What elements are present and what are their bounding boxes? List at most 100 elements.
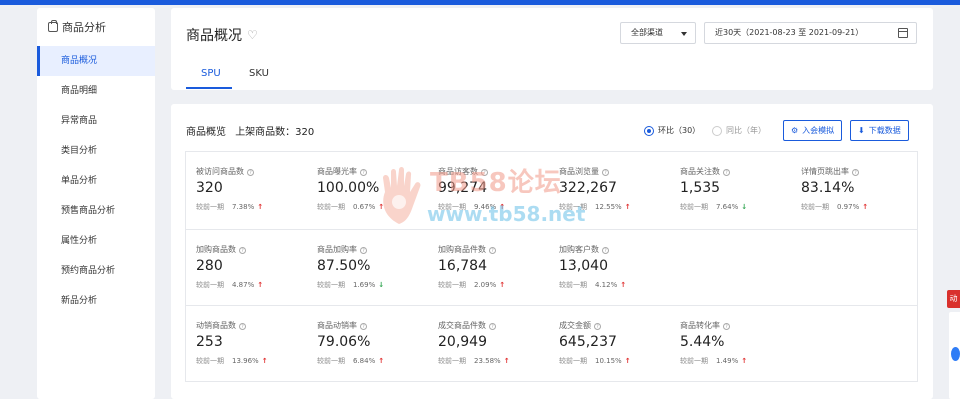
sidebar-item-new[interactable]: 新品分析 <box>37 286 155 316</box>
metric-cell: 商品转化率? 5.44% 较前一期 1.49% ↑ <box>670 306 791 382</box>
radio-chain-compare[interactable]: 环比（30） <box>644 125 700 136</box>
channel-select[interactable]: 全部渠道 <box>620 22 696 44</box>
help-question-icon[interactable]: ? <box>602 169 609 176</box>
radio-chain-label: 环比（30） <box>658 126 701 135</box>
compare-percent: 12.55% <box>595 203 622 211</box>
sidebar-item-attribute[interactable]: 属性分析 <box>37 226 155 256</box>
floating-side-bar[interactable] <box>949 312 960 399</box>
metric-compare: 较前一期 13.96% ↑ <box>196 356 268 366</box>
metric-value: 5.44% <box>680 334 725 350</box>
compare-label: 较前一期 <box>680 203 708 211</box>
help-question-icon[interactable]: ? <box>239 323 246 330</box>
compare-percent: 1.69% <box>353 281 376 289</box>
help-question-icon[interactable]: ? <box>360 323 367 330</box>
metrics-row: 加购商品数? 280 较前一期 4.87% ↑ 商品加购率? 87.50% 较前一期 1.69%… <box>186 229 917 305</box>
metric-compare: 较前一期 0.97% ↑ <box>801 202 868 212</box>
compare-label: 较前一期 <box>801 203 829 211</box>
radio-year-compare[interactable]: 同比（年） <box>712 125 766 136</box>
assistant-icon[interactable] <box>951 347 960 361</box>
date-range-picker[interactable]: 近30天（2021-08-23 至 2021-09-21） <box>704 22 917 44</box>
metric-compare: 较前一期 6.84% ↑ <box>317 356 384 366</box>
help-question-icon[interactable]: ? <box>360 247 367 254</box>
page-title-wrap: 商品概况 ♡ <box>186 25 258 45</box>
join-simulate-button[interactable]: ⚙ 入会模拟 <box>783 120 843 141</box>
overview-card: 商品概览 上架商品数：320 环比（30） 同比（年） ⚙ 入会模拟 ⬇ 下载数… <box>171 104 933 399</box>
metrics-row: 被访问商品数? 320 较前一期 7.38% ↑ 商品曝光率? 100.00% 较前一期 0.6… <box>186 152 917 228</box>
compare-label: 较前一期 <box>438 203 466 211</box>
metric-cell: 商品浏览量? 322,267 较前一期 12.55% ↑ <box>549 152 670 228</box>
metrics-grid: 被访问商品数? 320 较前一期 7.38% ↑ 商品曝光率? 100.00% 较前一期 0.6… <box>185 151 918 382</box>
metric-compare: 较前一期 2.09% ↑ <box>438 280 505 290</box>
tab-spu[interactable]: SPU <box>201 68 221 79</box>
sidebar-item-abnormal[interactable]: 异常商品 <box>37 106 155 136</box>
arrow-up-icon: ↑ <box>499 203 506 211</box>
sidebar-item-presale[interactable]: 预售商品分析 <box>37 196 155 226</box>
arrow-up-icon: ↑ <box>620 281 627 289</box>
metric-cell: 加购客户数? 13,040 较前一期 4.12% ↑ <box>549 230 670 306</box>
sidebar-item-single[interactable]: 单品分析 <box>37 166 155 196</box>
compare-label: 较前一期 <box>196 281 224 289</box>
compare-label: 较前一期 <box>438 357 466 365</box>
metric-compare: 较前一期 7.38% ↑ <box>196 202 263 212</box>
sidebar-item-detail[interactable]: 商品明细 <box>37 76 155 106</box>
metric-label-text: 商品转化率 <box>680 321 720 330</box>
metric-cell: 商品访客数? 99,274 较前一期 9.46% ↑ <box>428 152 549 228</box>
arrow-up-icon: ↑ <box>862 203 869 211</box>
metric-label-text: 详情页跳出率 <box>801 167 849 176</box>
metric-cell: 动销商品数? 253 较前一期 13.96% ↑ <box>186 306 307 382</box>
help-question-icon[interactable]: ? <box>723 169 730 176</box>
compare-percent: 23.58% <box>474 357 501 365</box>
metric-compare: 较前一期 0.67% ↑ <box>317 202 384 212</box>
help-question-icon[interactable]: ? <box>723 323 730 330</box>
help-question-icon[interactable]: ? <box>489 323 496 330</box>
metric-label: 成交金额? <box>559 320 601 331</box>
sidebar-item-reservation[interactable]: 预约商品分析 <box>37 256 155 286</box>
compare-percent: 1.49% <box>716 357 739 365</box>
metric-label: 商品加购率? <box>317 244 367 255</box>
arrow-up-icon: ↑ <box>499 281 506 289</box>
help-question-icon[interactable]: ? <box>481 169 488 176</box>
metric-value: 320 <box>196 180 223 196</box>
metrics-row: 动销商品数? 253 较前一期 13.96% ↑ 商品动销率? 79.06% 较前一期 6.84… <box>186 305 917 381</box>
help-question-icon[interactable]: ? <box>247 169 254 176</box>
radio-dot <box>644 125 654 136</box>
help-question-icon[interactable]: ? <box>360 169 367 176</box>
top-bar <box>0 0 960 5</box>
compare-label: 较前一期 <box>317 281 345 289</box>
arrow-down-icon: ↓ <box>741 203 748 211</box>
favorite-heart-icon[interactable]: ♡ <box>247 28 258 42</box>
metric-compare: 较前一期 9.46% ↑ <box>438 202 505 212</box>
metric-label: 商品访客数? <box>438 166 488 177</box>
metric-value: 87.50% <box>317 258 371 274</box>
metric-label: 被访问商品数? <box>196 166 254 177</box>
help-question-icon[interactable]: ? <box>489 247 496 254</box>
help-question-icon[interactable]: ? <box>602 247 609 254</box>
metric-value: 280 <box>196 258 223 274</box>
page-title: 商品概况 <box>186 28 242 44</box>
floating-activity-tag[interactable]: 动 <box>947 290 960 308</box>
compare-percent: 10.15% <box>595 357 622 365</box>
metric-compare: 较前一期 10.15% ↑ <box>559 356 631 366</box>
shopping-bag-icon <box>48 20 58 32</box>
metric-value: 645,237 <box>559 334 617 350</box>
help-question-icon[interactable]: ? <box>852 169 859 176</box>
metric-value: 1,535 <box>680 180 721 196</box>
compare-percent: 9.46% <box>474 203 497 211</box>
compare-percent: 2.09% <box>474 281 497 289</box>
arrow-up-icon: ↑ <box>624 357 631 365</box>
sidebar-item-overview[interactable]: 商品概况 <box>37 46 155 76</box>
metric-label-text: 加购商品件数 <box>438 245 486 254</box>
tab-sku[interactable]: SKU <box>249 68 269 79</box>
arrow-up-icon: ↑ <box>378 203 385 211</box>
sidebar-item-category[interactable]: 类目分析 <box>37 136 155 166</box>
metric-cell: 详情页跳出率? 83.14% 较前一期 0.97% ↑ <box>791 152 912 228</box>
compare-percent: 0.97% <box>837 203 860 211</box>
metric-value: 79.06% <box>317 334 371 350</box>
metric-label-text: 商品动销率 <box>317 321 357 330</box>
metric-label: 加购客户数? <box>559 244 609 255</box>
download-button[interactable]: ⬇ 下载数据 <box>850 120 909 141</box>
header-card: 商品概况 ♡ 全部渠道 近30天（2021-08-23 至 2021-09-21… <box>171 8 933 90</box>
help-question-icon[interactable]: ? <box>239 247 246 254</box>
help-question-icon[interactable]: ? <box>594 323 601 330</box>
arrow-up-icon: ↑ <box>503 357 510 365</box>
